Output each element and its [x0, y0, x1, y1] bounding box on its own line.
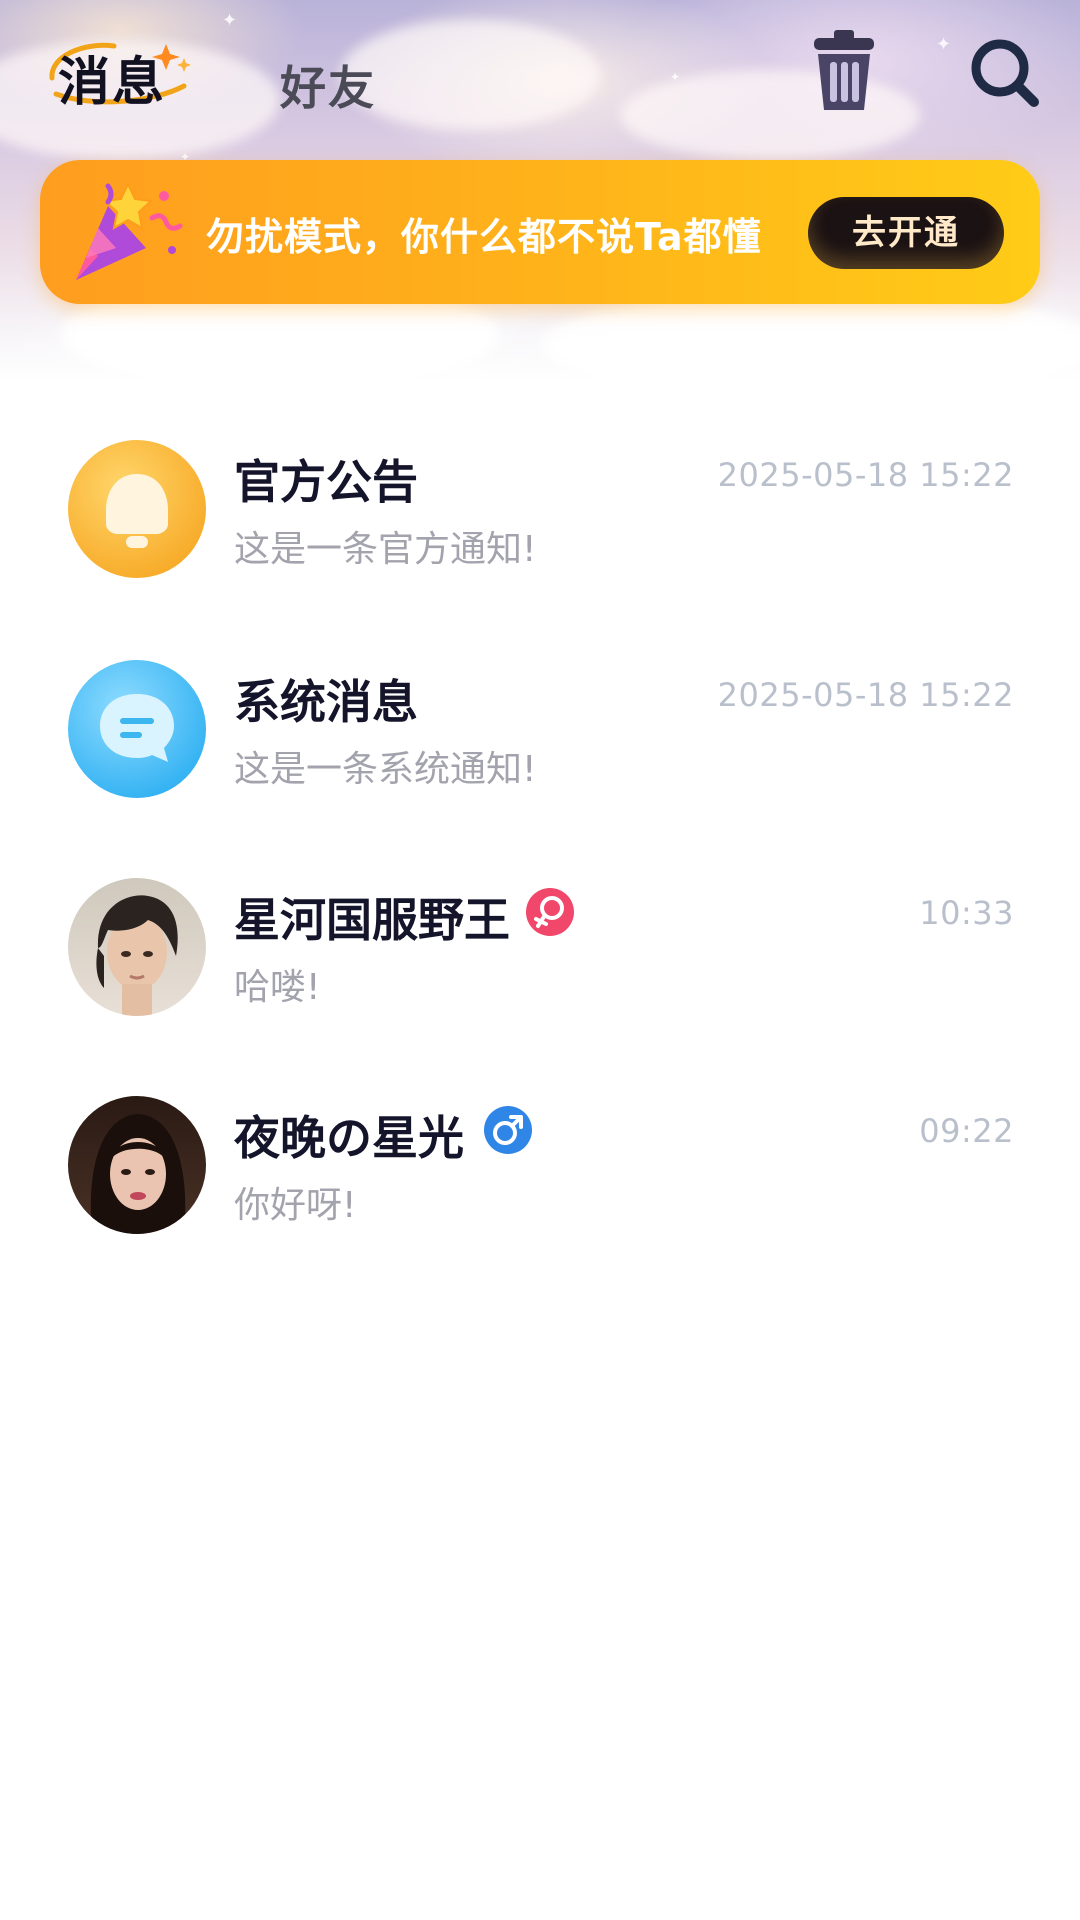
user-photo-icon — [96, 895, 178, 1016]
male-icon — [484, 1106, 532, 1154]
tab-messages[interactable]: 消息 — [58, 40, 166, 120]
dnd-promo-banner[interactable]: 勿扰模式，你什么都不说Ta都懂 去开通 — [40, 160, 1040, 304]
message-time: 2025-05-18 15:22 — [717, 676, 1014, 714]
message-preview: 这是一条系统通知! — [234, 749, 537, 790]
search-icon[interactable] — [968, 36, 1042, 110]
message-preview: 这是一条官方通知! — [234, 529, 537, 570]
avatar — [68, 440, 206, 578]
avatar — [68, 660, 206, 798]
message-preview: 哈喽! — [234, 967, 321, 1008]
trash-icon[interactable] — [808, 30, 880, 114]
list-item-user-2[interactable]: 夜晚の星光 09:22 你好呀! — [0, 1036, 1080, 1234]
message-preview: 你好呀! — [234, 1185, 357, 1226]
party-popper-icon — [76, 181, 183, 280]
avatar — [68, 878, 206, 1016]
list-item-user-1[interactable]: 星河国服野王 10:33 哈喽! — [0, 818, 1080, 1016]
female-icon — [526, 888, 574, 936]
message-time: 10:33 — [919, 894, 1014, 932]
chat-bubble-icon — [100, 694, 174, 762]
contact-name: 系统消息 — [234, 675, 418, 729]
contact-name: 星河国服野王 — [234, 893, 510, 947]
bell-icon — [106, 474, 168, 548]
message-time: 2025-05-18 15:22 — [717, 456, 1014, 494]
user-photo-icon — [90, 1114, 186, 1234]
message-time: 09:22 — [919, 1112, 1014, 1150]
list-item-official[interactable]: 官方公告 2025-05-18 15:22 这是一条官方通知! — [0, 380, 1080, 578]
avatar — [68, 1096, 206, 1234]
banner-text: 勿扰模式，你什么都不说Ta都懂 — [206, 215, 762, 259]
tab-friends[interactable]: 好友 — [280, 52, 376, 118]
contact-name: 夜晚の星光 — [234, 1111, 464, 1165]
list-item-system[interactable]: 系统消息 2025-05-18 15:22 这是一条系统通知! — [0, 600, 1080, 798]
activate-button[interactable]: 去开通 — [808, 197, 1004, 269]
contact-name: 官方公告 — [234, 455, 418, 509]
